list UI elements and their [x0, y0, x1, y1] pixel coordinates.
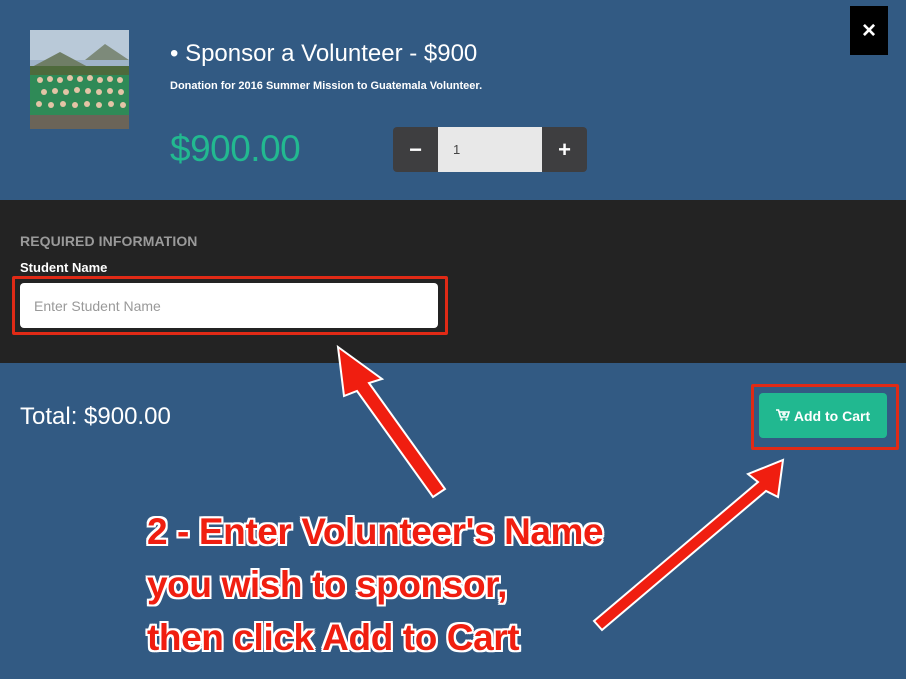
- arrow-to-student-name: [336, 344, 447, 499]
- product-header: • Sponsor a Volunteer - $900 Donation fo…: [0, 0, 906, 200]
- student-name-label: Student Name: [20, 260, 108, 275]
- arrow-to-add-to-cart: [592, 458, 785, 632]
- quantity-input[interactable]: [438, 127, 542, 172]
- annotation-line: 2 - Enter Volunteer's Name: [147, 511, 604, 552]
- cart-plus-icon: [775, 408, 790, 424]
- annotation-instructions: 2 - Enter Volunteer's Name you wish to s…: [147, 505, 604, 664]
- product-title: • Sponsor a Volunteer - $900: [170, 40, 478, 67]
- order-total: Total: $900.00: [20, 403, 171, 430]
- product-description: Donation for 2016 Summer Mission to Guat…: [170, 80, 483, 92]
- student-name-input[interactable]: [20, 283, 438, 328]
- product-price: $900.00: [170, 128, 301, 169]
- required-info-heading: REQUIRED INFORMATION: [20, 233, 198, 249]
- add-to-cart-label: Add to Cart: [793, 407, 871, 424]
- close-icon: ×: [861, 16, 876, 44]
- annotation-line: then click Add to Cart: [147, 617, 520, 658]
- increase-quantity-button[interactable]: +: [542, 127, 587, 172]
- annotation-line: you wish to sponsor,: [147, 564, 507, 605]
- required-information-section: REQUIRED INFORMATION Student Name: [0, 200, 906, 363]
- product-thumbnail: [30, 30, 129, 129]
- close-button[interactable]: ×: [850, 6, 888, 55]
- decrease-quantity-button[interactable]: −: [393, 127, 438, 172]
- quantity-stepper: − +: [393, 127, 587, 172]
- add-to-cart-button[interactable]: Add to Cart: [759, 393, 887, 438]
